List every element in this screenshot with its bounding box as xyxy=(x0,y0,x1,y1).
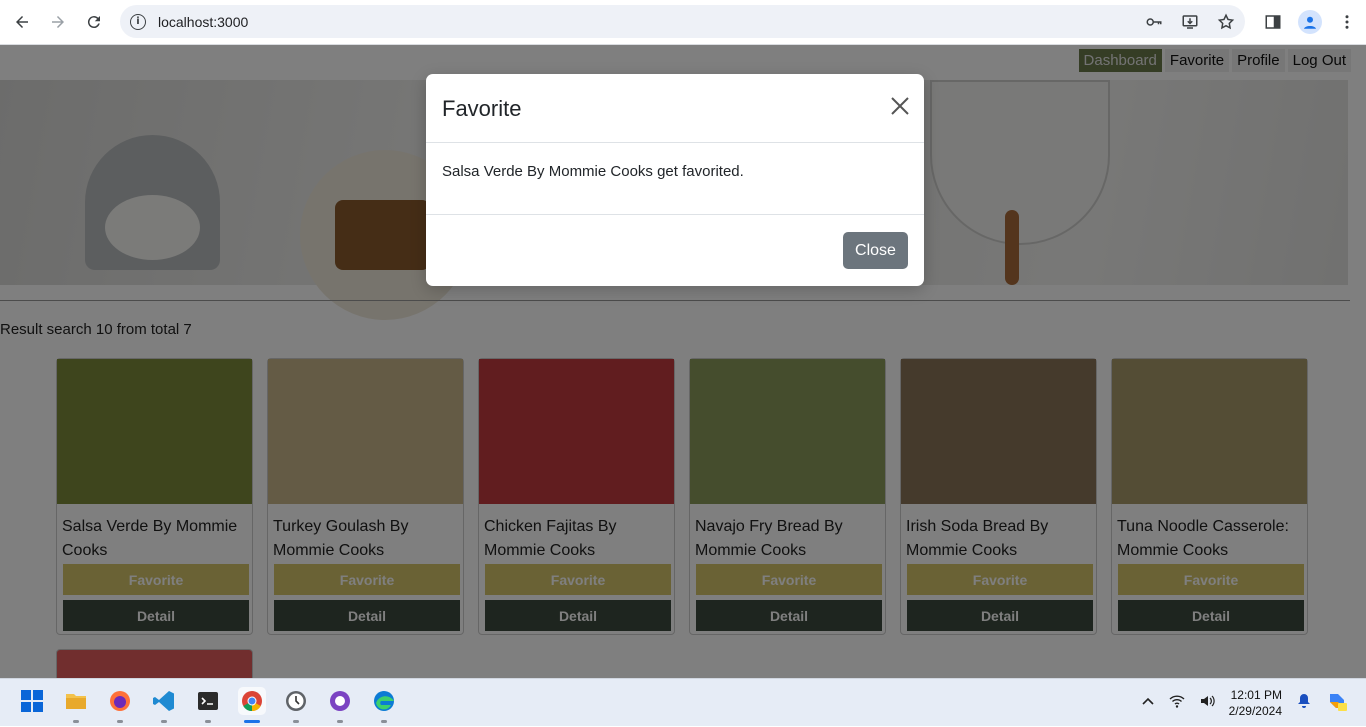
system-clock[interactable]: 12:01 PM 2/29/2024 xyxy=(1229,687,1282,719)
back-button[interactable] xyxy=(4,4,40,40)
modal-title: Favorite xyxy=(442,96,522,121)
reload-icon xyxy=(87,16,100,29)
terminal-icon[interactable] xyxy=(194,687,222,723)
running-indicator xyxy=(244,720,260,723)
chrome-icon[interactable] xyxy=(238,687,266,723)
running-indicator xyxy=(117,720,123,723)
favorite-modal: Favorite Salsa Verde By Mommie Cooks get… xyxy=(426,74,924,286)
notification-bell-icon[interactable] xyxy=(1296,693,1312,714)
windows-start-icon[interactable] xyxy=(18,687,46,715)
modal-header: Favorite xyxy=(426,74,924,143)
menu-icon[interactable] xyxy=(1336,11,1358,33)
browser-toolbar: i localhost:3000 xyxy=(0,0,1366,45)
star-icon[interactable] xyxy=(1217,13,1235,31)
copilot-icon[interactable] xyxy=(1326,690,1348,717)
running-indicator xyxy=(205,720,211,723)
forward-button[interactable] xyxy=(40,4,76,40)
chevron-up-icon[interactable] xyxy=(1141,694,1155,713)
site-info-icon[interactable]: i xyxy=(130,13,146,30)
github-desktop-icon[interactable] xyxy=(326,687,354,723)
modal-message: Salsa Verde By Mommie Cooks get favorite… xyxy=(426,143,924,215)
volume-icon[interactable] xyxy=(1199,693,1215,714)
url-text[interactable]: localhost:3000 xyxy=(158,14,248,30)
address-bar[interactable]: i localhost:3000 xyxy=(120,5,1245,38)
reload-button[interactable] xyxy=(76,4,112,40)
back-icon xyxy=(16,16,28,28)
running-indicator xyxy=(73,720,79,723)
close-button[interactable]: Close xyxy=(843,232,908,269)
running-indicator xyxy=(337,720,343,723)
wifi-icon[interactable] xyxy=(1169,693,1185,714)
forward-icon xyxy=(52,16,64,28)
profile-icon[interactable] xyxy=(1298,10,1322,34)
running-indicator xyxy=(161,720,167,723)
edge-icon[interactable] xyxy=(370,687,398,723)
running-indicator xyxy=(293,720,299,723)
clock-time: 12:01 PM xyxy=(1230,688,1282,702)
firefox-icon[interactable] xyxy=(106,687,134,723)
vscode-icon[interactable] xyxy=(150,687,178,723)
running-indicator xyxy=(381,720,387,723)
side-panel-icon[interactable] xyxy=(1262,11,1284,33)
taskbar: 12:01 PM 2/29/2024 xyxy=(0,678,1366,726)
key-icon[interactable] xyxy=(1145,13,1163,31)
system-tray: 12:01 PM 2/29/2024 xyxy=(1141,679,1348,727)
close-icon[interactable] xyxy=(890,96,910,116)
clock-date: 2/29/2024 xyxy=(1228,704,1282,718)
clock-app-icon[interactable] xyxy=(282,687,310,723)
file-explorer-icon[interactable] xyxy=(62,687,90,723)
install-app-icon[interactable] xyxy=(1181,13,1199,31)
